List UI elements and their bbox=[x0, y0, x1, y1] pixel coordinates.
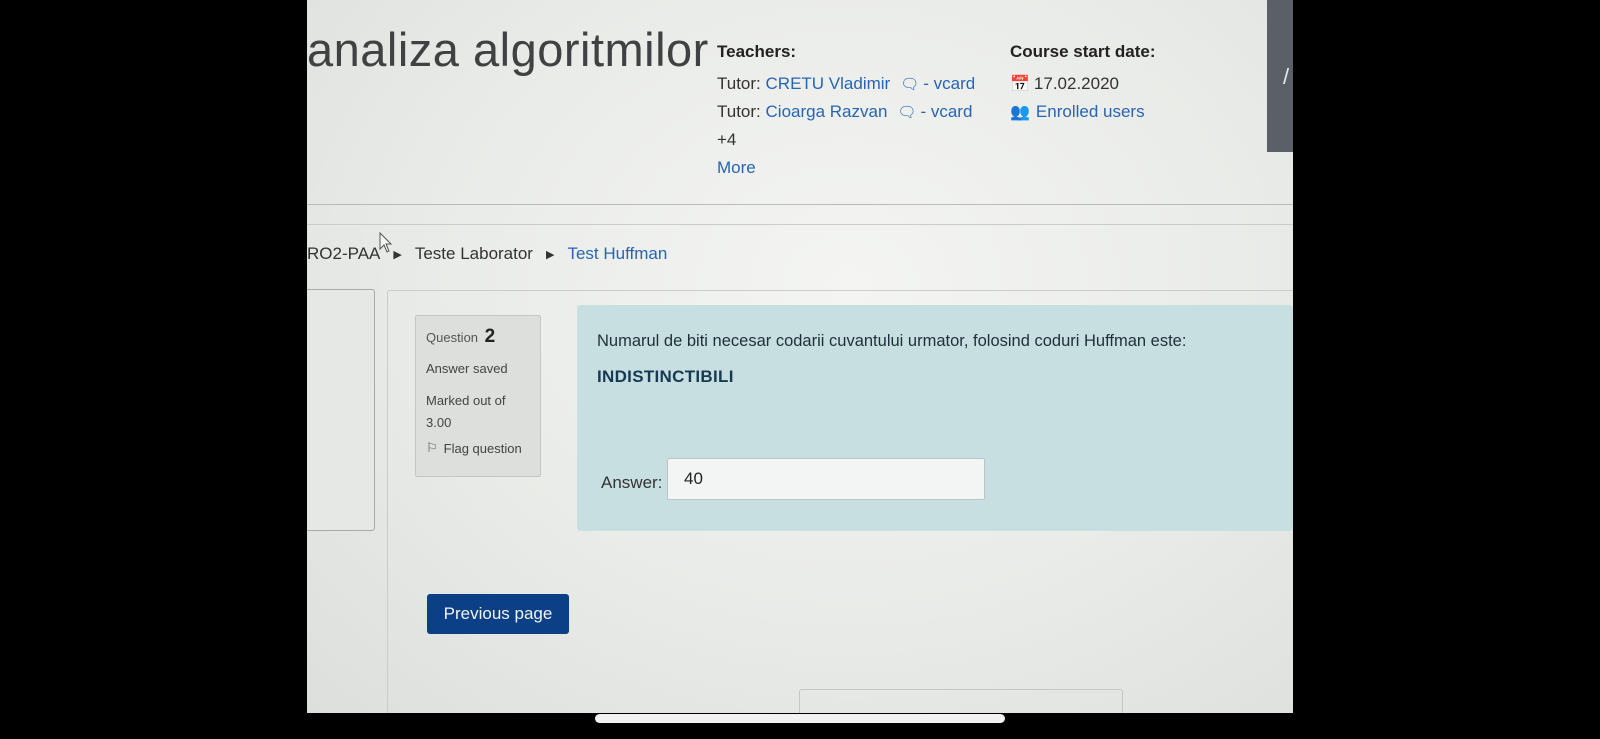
drawer-edge-glyph: / bbox=[1283, 64, 1290, 89]
header-divider-lower bbox=[307, 224, 1293, 225]
more-teachers-link[interactable]: More bbox=[717, 154, 975, 182]
side-drawer-panel[interactable]: / bbox=[1267, 0, 1293, 152]
breadcrumb-item-current[interactable]: Test Huffman bbox=[567, 244, 667, 264]
course-start-heading: Course start date: bbox=[1010, 42, 1156, 61]
question-number: 2 bbox=[484, 326, 496, 347]
enrolled-users-row[interactable]: 👥 Enrolled users bbox=[1010, 98, 1155, 126]
mouse-cursor-icon bbox=[379, 232, 393, 253]
flag-question-button[interactable]: ⚐ Flag question bbox=[426, 440, 530, 456]
question-state: Answer saved bbox=[426, 361, 508, 376]
answer-input[interactable] bbox=[667, 458, 985, 500]
enrolled-users-link[interactable]: Enrolled users bbox=[1036, 102, 1145, 122]
teacher-role: Tutor: bbox=[717, 74, 761, 93]
question-mark: 3.00 bbox=[426, 415, 452, 430]
chat-icon[interactable]: 🗨 bbox=[900, 75, 919, 93]
flag-icon: ⚐ bbox=[426, 440, 438, 455]
chat-icon[interactable]: 🗨 bbox=[897, 103, 916, 121]
course-start-row: 📅 17.02.2020 bbox=[1010, 70, 1155, 98]
course-title: analiza algoritmilor bbox=[307, 23, 709, 76]
flag-question-label: Flag question bbox=[443, 440, 522, 456]
vcard-link[interactable]: - vcard bbox=[920, 102, 972, 122]
question-body: Numarul de biti necesar codarii cuvantul… bbox=[577, 305, 1293, 531]
course-start-date: 17.02.2020 bbox=[1033, 74, 1120, 93]
breadcrumb: RO2-PAA ▶ Teste Laborator ▶ Test Huffman bbox=[307, 244, 667, 264]
teacher-role: Tutor: bbox=[717, 102, 761, 121]
jump-select-fragment[interactable] bbox=[799, 689, 1123, 713]
answer-label: Answer: bbox=[601, 473, 663, 492]
calendar-icon: 📅 bbox=[1010, 76, 1030, 93]
quiz-navigation-block bbox=[307, 289, 375, 531]
teacher-row: Tutor: CRETU Vladimir 🗨 - vcard bbox=[717, 70, 975, 98]
vcard-link[interactable]: - vcard bbox=[923, 74, 975, 94]
teacher-name-link[interactable]: CRETU Vladimir bbox=[766, 74, 891, 94]
teacher-name-link[interactable]: Cioarga Razvan bbox=[766, 102, 888, 122]
question-label: Question bbox=[426, 330, 479, 345]
screen: / analiza algoritmilor Teachers: Tutor: … bbox=[307, 0, 1293, 713]
header-divider bbox=[307, 204, 1293, 205]
marked-out-of-label: Marked out of bbox=[426, 393, 506, 408]
teachers-block: Teachers: Tutor: CRETU Vladimir 🗨 - vcar… bbox=[717, 42, 975, 182]
breadcrumb-item[interactable]: Teste Laborator bbox=[415, 244, 533, 264]
question-word: INDISTINCTIBILI bbox=[597, 367, 734, 386]
question-info: Question 2 Answer saved Marked out of 3.… bbox=[415, 315, 541, 477]
course-dates-block: Course start date: 📅 17.02.2020 👥 Enroll… bbox=[1010, 42, 1155, 126]
teachers-heading: Teachers: bbox=[717, 42, 797, 61]
breadcrumb-item[interactable]: RO2-PAA bbox=[307, 244, 380, 264]
question-text: Numarul de biti necesar codarii cuvantul… bbox=[597, 332, 1187, 350]
teachers-extra-count: +4 bbox=[717, 130, 737, 149]
triangle-right-icon: ▶ bbox=[545, 248, 555, 261]
home-indicator[interactable] bbox=[595, 714, 1005, 723]
previous-page-button[interactable]: Previous page bbox=[427, 594, 569, 634]
teacher-row: Tutor: Cioarga Razvan 🗨 - vcard bbox=[717, 98, 975, 126]
users-icon: 👥 bbox=[1010, 104, 1030, 121]
